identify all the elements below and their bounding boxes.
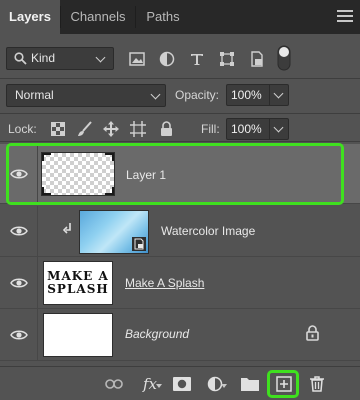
layer-name[interactable]: Make A Splash [125, 276, 204, 290]
layers-list: Layer 1 Watercolor Image MAKE A SPLASH M… [0, 142, 360, 366]
divider [0, 78, 360, 79]
layer-row-make-a-splash[interactable]: MAKE A SPLASH Make A Splash [0, 257, 360, 309]
lock-artboard-icon[interactable] [129, 120, 147, 138]
blend-mode-select[interactable]: Normal [6, 84, 166, 107]
smart-object-filter-icon[interactable] [246, 48, 268, 70]
filter-toggle[interactable] [276, 45, 292, 71]
clipping-mask-arrow-icon [63, 223, 71, 234]
lock-label: Lock: [8, 122, 37, 136]
visibility-eye-icon[interactable] [0, 144, 38, 203]
filter-kind-select[interactable]: Kind [6, 47, 114, 70]
shape-filter-icon[interactable] [216, 48, 238, 70]
thumbnail-text: MAKE A SPLASH [47, 269, 109, 296]
layer-name[interactable]: Watercolor Image [161, 224, 255, 238]
smart-object-badge-icon [132, 237, 146, 251]
blend-mode-label: Normal [15, 88, 54, 102]
lock-all-icon[interactable] [157, 120, 175, 138]
opacity-value: 100% [231, 88, 262, 102]
fx-dropdown-arrow-icon [156, 384, 162, 388]
layer-thumbnail [41, 152, 115, 196]
selection-corners-icon [42, 153, 114, 195]
new-layer-icon[interactable] [274, 374, 294, 394]
layer-row-background[interactable]: Background [0, 309, 360, 361]
layer-thumbnail: MAKE A SPLASH [43, 261, 113, 305]
type-filter-icon[interactable] [186, 48, 208, 70]
search-icon [14, 52, 27, 65]
divider [0, 113, 360, 114]
panel-menu-icon[interactable] [337, 7, 353, 23]
layers-bottom-toolbar: fx [0, 366, 360, 400]
chevron-down-icon [150, 89, 161, 100]
trash-icon[interactable] [307, 374, 327, 394]
layers-panel: Layers Channels Paths Kind Normal Opacit [0, 0, 360, 400]
layer-row-watercolor-image[interactable]: Watercolor Image [0, 206, 360, 257]
link-icon[interactable] [104, 374, 124, 394]
tab-paths[interactable]: Paths [136, 0, 190, 34]
tab-layers[interactable]: Layers [0, 0, 60, 34]
adjustment-filter-icon[interactable] [156, 48, 178, 70]
tab-channels[interactable]: Channels [61, 0, 135, 34]
layer-thumbnail [43, 313, 113, 357]
layer-thumbnail [79, 210, 149, 254]
panel-tab-bar: Layers Channels Paths [0, 0, 360, 34]
mask-icon[interactable] [172, 374, 192, 394]
layer-name[interactable]: Layer 1 [126, 168, 166, 182]
visibility-eye-icon[interactable] [0, 206, 38, 256]
lock-icon[interactable] [306, 325, 319, 341]
opacity-label: Opacity: [175, 88, 220, 102]
lock-image-pixels-icon[interactable] [76, 120, 94, 138]
lock-transparent-pixels-icon[interactable] [49, 120, 67, 138]
fill-value: 100% [231, 122, 262, 136]
opacity-field[interactable]: 100% [226, 84, 289, 106]
fill-field[interactable]: 100% [226, 118, 289, 140]
layer-name[interactable]: Background [125, 327, 189, 341]
folder-icon[interactable] [240, 374, 260, 394]
visibility-eye-icon[interactable] [0, 309, 38, 360]
filter-kind-label: Kind [31, 51, 56, 65]
lock-position-icon[interactable] [102, 120, 120, 138]
adjustment-dropdown-arrow-icon [221, 384, 227, 388]
fill-label: Fill: [201, 122, 220, 136]
opacity-dropdown[interactable] [269, 85, 288, 105]
image-filter-icon[interactable] [126, 48, 148, 70]
visibility-eye-icon[interactable] [0, 257, 38, 308]
fill-dropdown[interactable] [269, 119, 288, 139]
layer-row-layer-1[interactable]: Layer 1 [0, 144, 360, 204]
chevron-down-icon [95, 52, 106, 63]
